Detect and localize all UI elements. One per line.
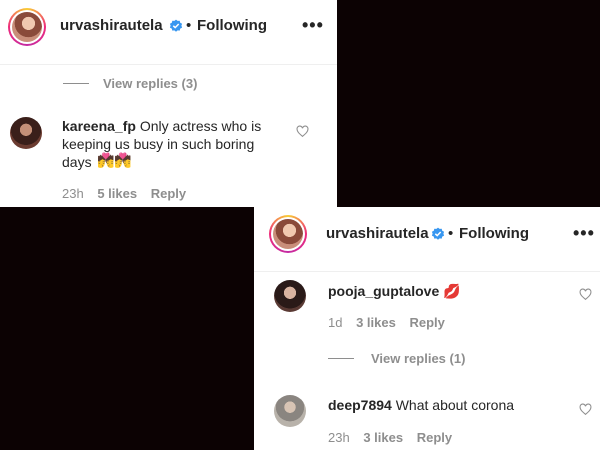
profile-avatar[interactable] bbox=[269, 215, 307, 253]
replies-divider bbox=[63, 83, 89, 84]
comment-panel-bottom: urvashirautela • Following ••• pooja_gup… bbox=[254, 207, 600, 450]
reply-button[interactable]: Reply bbox=[151, 186, 186, 201]
comment-text: What about corona bbox=[395, 397, 515, 413]
commenter-avatar[interactable] bbox=[274, 395, 306, 427]
avatar-image bbox=[273, 219, 303, 249]
following-button[interactable]: Following bbox=[197, 17, 267, 34]
comment-text-line2: keeping us busy in such boring bbox=[62, 136, 255, 152]
comment-emoji: 💏💏 bbox=[97, 152, 132, 168]
comment-username[interactable]: pooja_guptalove bbox=[328, 283, 439, 299]
comment-likes[interactable]: 3 likes bbox=[363, 430, 403, 445]
like-heart-icon[interactable] bbox=[296, 125, 309, 138]
avatar-image bbox=[12, 12, 42, 42]
like-heart-icon[interactable] bbox=[579, 403, 592, 416]
view-replies-button[interactable]: View replies (1) bbox=[371, 351, 465, 366]
comment-meta: 23h 3 likes Reply bbox=[328, 430, 462, 445]
comment-body: pooja_guptalove 💋 bbox=[328, 282, 461, 300]
comment-text-line1: Only actress who is bbox=[139, 118, 262, 134]
comment-username[interactable]: deep7894 bbox=[328, 397, 392, 413]
replies-divider bbox=[328, 358, 354, 359]
profile-username[interactable]: urvashirautela bbox=[326, 225, 429, 242]
view-replies-button[interactable]: View replies (3) bbox=[103, 76, 197, 91]
profile-avatar[interactable] bbox=[8, 8, 46, 46]
comment-meta: 1d 3 likes Reply bbox=[328, 315, 455, 330]
post-header: urvashirautela • Following ••• bbox=[0, 0, 337, 65]
reply-button[interactable]: Reply bbox=[417, 430, 452, 445]
comment-meta: 23h 5 likes Reply bbox=[62, 186, 196, 201]
reply-button[interactable]: Reply bbox=[409, 315, 444, 330]
verified-badge-icon bbox=[431, 227, 445, 240]
more-options-icon[interactable]: ••• bbox=[573, 223, 595, 244]
like-heart-icon[interactable] bbox=[579, 288, 592, 301]
comment-time: 1d bbox=[328, 315, 343, 330]
comment-likes[interactable]: 5 likes bbox=[97, 186, 137, 201]
comment-body: deep7894 What about corona bbox=[328, 396, 514, 414]
comment-panel-top: urvashirautela • Following ••• View repl… bbox=[0, 0, 337, 207]
comment-time: 23h bbox=[62, 186, 84, 201]
commenter-avatar[interactable] bbox=[10, 117, 42, 149]
header-separator: • bbox=[448, 225, 454, 242]
comment-emoji: 💋 bbox=[443, 283, 461, 299]
profile-username[interactable]: urvashirautela bbox=[60, 17, 163, 34]
following-button[interactable]: Following bbox=[459, 225, 529, 242]
comment-time: 23h bbox=[328, 430, 350, 445]
more-options-icon[interactable]: ••• bbox=[302, 15, 324, 36]
comment-username[interactable]: kareena_fp bbox=[62, 118, 136, 134]
commenter-avatar[interactable] bbox=[274, 280, 306, 312]
comment-likes[interactable]: 3 likes bbox=[356, 315, 396, 330]
post-header: urvashirautela • Following ••• bbox=[254, 207, 600, 272]
header-separator: • bbox=[186, 17, 192, 34]
verified-badge-icon bbox=[169, 19, 183, 32]
